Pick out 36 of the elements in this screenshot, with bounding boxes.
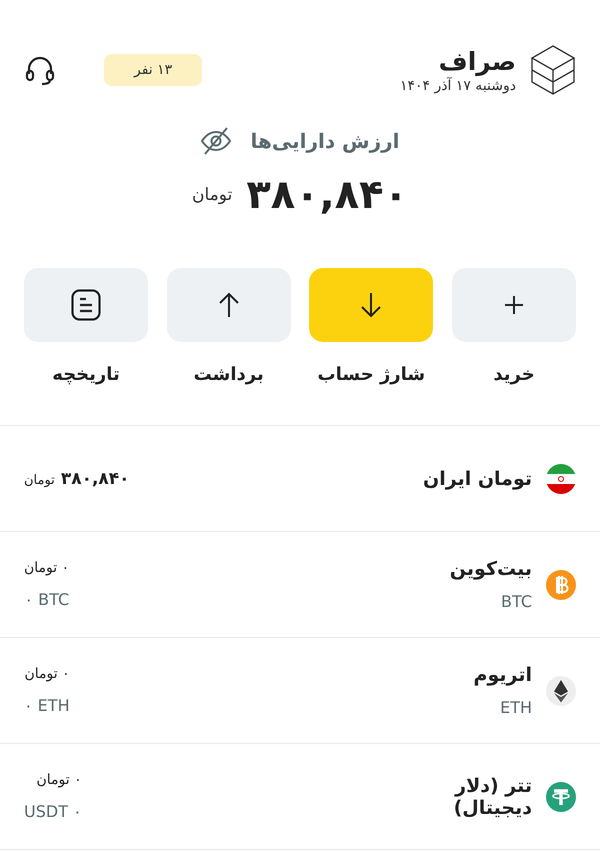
flag-icon <box>546 464 576 494</box>
asset-value: ۳۸۰,۸۴۰ <box>60 468 130 488</box>
asset-name: اتریوم <box>474 664 532 686</box>
action-button[interactable] <box>24 268 148 342</box>
asset-balance: ۰ BTC <box>24 590 70 609</box>
balance-amount: ۳۸۰,۸۴۰ <box>246 172 408 218</box>
cube-logo-icon <box>530 44 576 96</box>
asset-balance: ۰ ETH <box>24 696 70 715</box>
online-count-badge[interactable]: ۱۳ نفر <box>104 54 202 86</box>
currency-unit: تومان <box>192 185 232 205</box>
ethereum-icon <box>546 676 576 706</box>
arrow-up-icon <box>216 291 241 319</box>
asset-name: تومان ایران <box>423 468 532 490</box>
date-text: دوشنبه ۱۷ آذر ۱۴۰۴ <box>400 78 516 94</box>
bitcoin-icon <box>546 570 576 600</box>
arrow-down-icon <box>359 291 384 319</box>
action-label: تاریخچه <box>52 364 120 385</box>
asset-symbol: BTC <box>500 592 532 611</box>
currency-unit: تومان <box>24 472 55 488</box>
eye-off-icon[interactable] <box>200 126 232 156</box>
asset-symbol: ETH <box>499 698 532 717</box>
app-title: صراف <box>438 46 516 76</box>
asset-value: ۰ تومان <box>24 666 70 682</box>
document-icon <box>71 289 102 321</box>
asset-name: تتر (دلار دیجیتال) <box>452 774 532 818</box>
headset-icon[interactable] <box>24 54 56 86</box>
asset-name: بیت‌کوین <box>450 558 532 580</box>
action-label: شارژ حساب <box>318 364 426 385</box>
action-label: برداشت <box>194 364 264 385</box>
asset-value: ۰ تومان <box>24 560 70 576</box>
balance-label: ارزش دارایی‌ها <box>250 129 400 153</box>
asset-value: ۰ تومان <box>36 772 82 788</box>
asset-balance: USDT ۰ <box>24 802 82 821</box>
tether-icon <box>546 782 576 812</box>
action-label: خرید <box>493 364 535 385</box>
plus-icon <box>502 293 526 317</box>
